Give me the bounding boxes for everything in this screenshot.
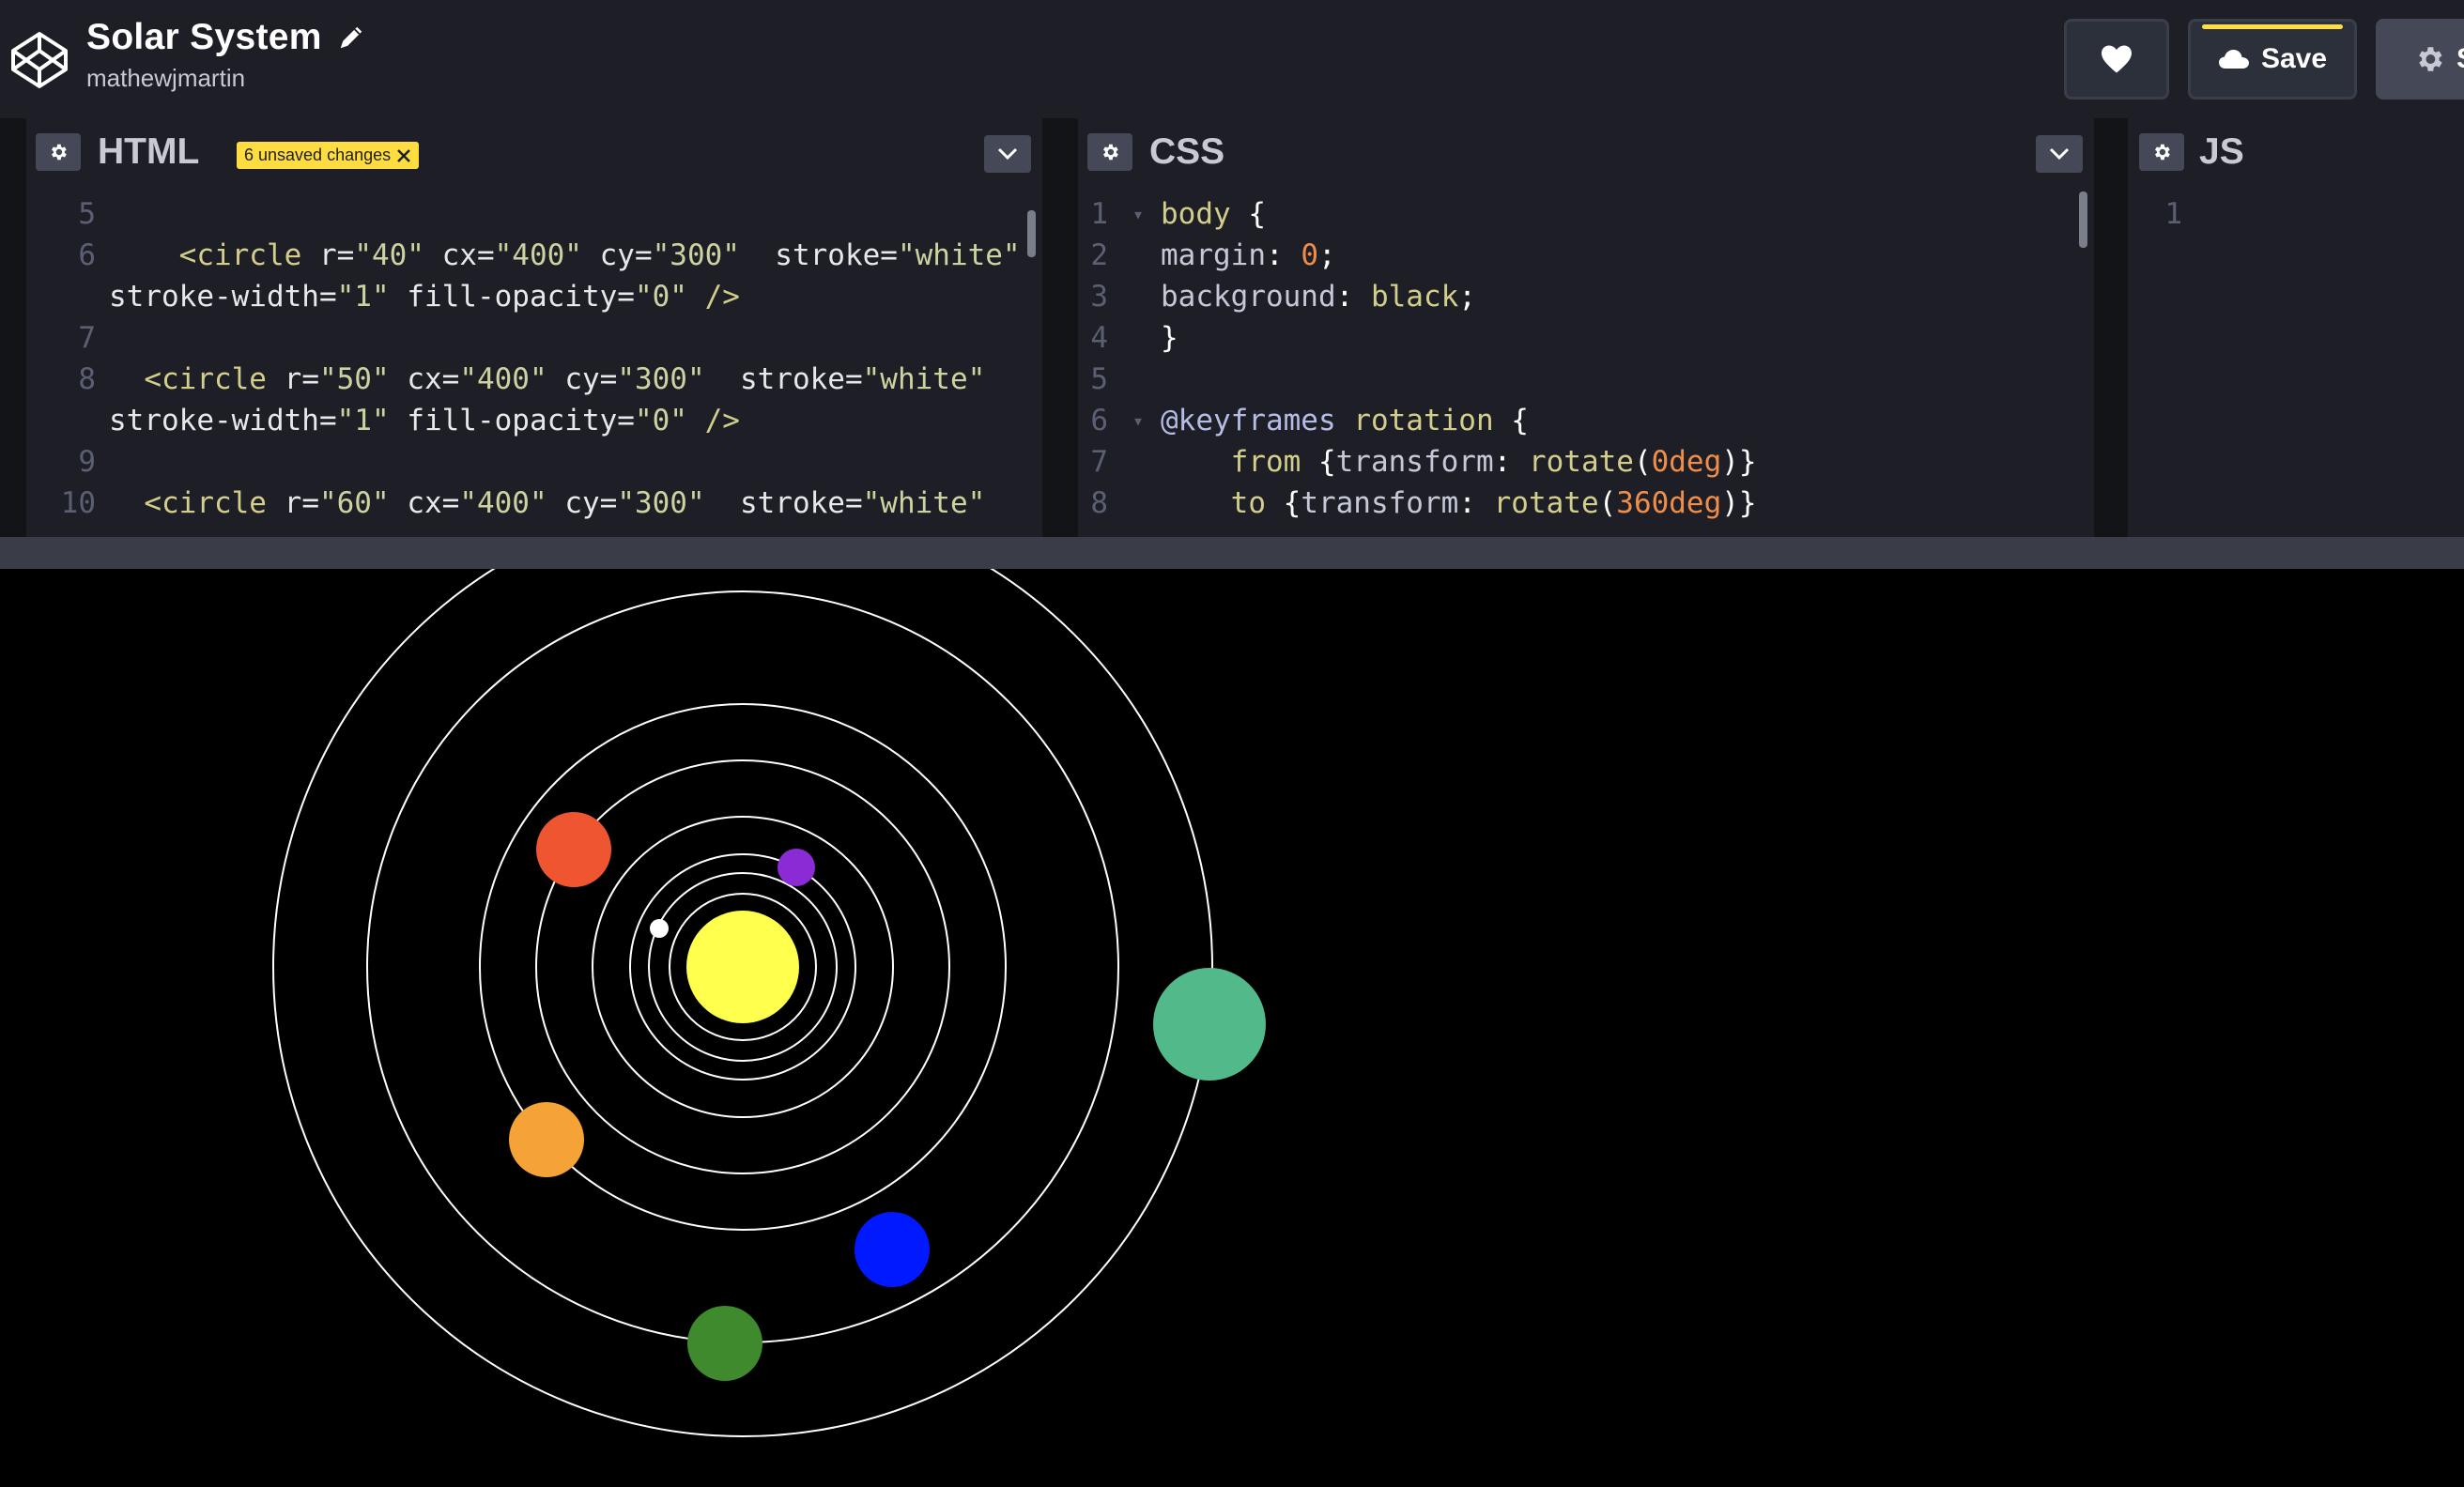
line-number: 8 xyxy=(1090,486,1108,520)
line-number: 1 xyxy=(1090,197,1108,231)
code-line: margin: 0; xyxy=(1161,238,1336,272)
line-number: 5 xyxy=(1090,362,1108,396)
preview-output xyxy=(0,569,2464,1487)
code-line: <circle r="40" cx="400" cy="300" stroke=… xyxy=(178,238,1021,272)
close-icon[interactable] xyxy=(396,148,411,163)
author-username[interactable]: mathewjmartin xyxy=(86,64,365,93)
js-panel-title: JS xyxy=(2199,131,2244,172)
chevron-down-icon xyxy=(2049,147,2070,161)
purple-planet xyxy=(778,849,815,886)
line-number: 7 xyxy=(1090,445,1108,479)
line-number: 2 xyxy=(1090,238,1108,272)
title-block: Solar System mathewjmartin xyxy=(86,17,365,93)
css-code-editor[interactable]: 1 ▾ body { 2 margin: 0; 3 background: bl… xyxy=(1078,186,2094,537)
red-planet xyxy=(536,812,611,887)
code-line: to {transform: rotate(360deg)} xyxy=(1230,486,1757,520)
pen-title[interactable]: Solar System xyxy=(86,17,322,58)
line-number: 4 xyxy=(1090,321,1108,355)
html-scrollbar[interactable] xyxy=(1027,210,1036,257)
code-line: @keyframes rotation { xyxy=(1161,404,1529,437)
gear-icon xyxy=(2419,47,2442,71)
line-number: 7 xyxy=(78,321,96,355)
html-panel-title: HTML xyxy=(98,131,200,172)
save-label: Save xyxy=(2260,43,2328,74)
settings-label: S xyxy=(2456,43,2464,75)
heart-icon xyxy=(2102,45,2132,73)
fold-arrow-icon[interactable]: ▾ xyxy=(1132,400,1144,441)
css-panel-header: CSS xyxy=(1078,118,2094,186)
html-panel: HTML 6 unsaved changes 5 6 <circle r="40… xyxy=(26,118,1042,537)
js-code-editor[interactable]: 1 xyxy=(2128,186,2464,537)
fold-arrow-icon[interactable]: ▾ xyxy=(1132,193,1144,235)
solar-system-svg xyxy=(272,569,1266,1437)
edit-pencil-icon[interactable] xyxy=(337,23,365,52)
html-collapse-button[interactable] xyxy=(984,135,1031,173)
unsaved-changes-label: 6 unsaved changes xyxy=(244,146,392,164)
line-number: 9 xyxy=(78,445,96,479)
unsaved-changes-badge[interactable]: 6 unsaved changes xyxy=(237,142,420,169)
html-code-editor[interactable]: 5 6 <circle r="40" cx="400" cy="300" str… xyxy=(26,186,1042,537)
gear-icon xyxy=(2155,144,2170,161)
orange-planet xyxy=(509,1102,584,1177)
blue-planet xyxy=(855,1212,930,1287)
top-bar: Solar System mathewjmartin Save S xyxy=(0,0,2464,118)
code-line: stroke-width="1" fill-opacity="0" /> xyxy=(109,404,740,437)
code-line: body { xyxy=(1161,197,1266,231)
css-scrollbar[interactable] xyxy=(2079,192,2087,248)
cloud-icon xyxy=(2218,50,2249,69)
line-number: 3 xyxy=(1090,280,1108,314)
code-line: } xyxy=(1161,321,1178,355)
html-settings-button[interactable] xyxy=(36,133,81,171)
dark-green-planet xyxy=(687,1306,762,1381)
css-collapse-button[interactable] xyxy=(2036,135,2083,173)
line-number: 10 xyxy=(60,486,96,520)
line-number: 8 xyxy=(78,362,96,396)
settings-button[interactable]: S xyxy=(2376,19,2464,100)
line-number: 5 xyxy=(78,197,96,231)
editor-panels: HTML 6 unsaved changes 5 6 <circle r="40… xyxy=(0,118,2464,537)
gear-icon xyxy=(1103,144,1118,161)
save-button[interactable]: Save xyxy=(2188,19,2357,100)
output-resize-handle[interactable] xyxy=(0,537,2464,569)
js-panel-header: JS xyxy=(2128,118,2464,186)
css-panel: CSS 1 ▾ body { 2 margin: 0; 3 background… xyxy=(1078,118,2094,537)
code-line: <circle r="60" cx="400" cy="300" stroke=… xyxy=(144,486,986,520)
js-panel: JS 1 xyxy=(2128,118,2464,537)
line-number: 6 xyxy=(1090,404,1108,437)
code-line: <circle r="50" cx="400" cy="300" stroke=… xyxy=(144,362,986,396)
line-number: 1 xyxy=(2164,197,2182,231)
code-line: stroke-width="1" fill-opacity="0" /> xyxy=(109,280,740,314)
css-panel-title: CSS xyxy=(1149,131,1225,172)
js-settings-button[interactable] xyxy=(2139,133,2184,171)
code-line: background: black; xyxy=(1161,280,1476,314)
code-line: from {transform: rotate(0deg)} xyxy=(1230,445,1757,479)
html-panel-header: HTML 6 unsaved changes xyxy=(26,118,1042,186)
chevron-down-icon xyxy=(997,147,1018,161)
white-moon xyxy=(650,919,669,938)
css-settings-button[interactable] xyxy=(1087,133,1132,171)
sun xyxy=(686,911,799,1023)
teal-planet xyxy=(1153,968,1266,1081)
love-button[interactable] xyxy=(2064,19,2169,100)
gear-icon xyxy=(52,144,67,161)
codepen-logo-icon[interactable] xyxy=(9,30,69,90)
line-number: 6 xyxy=(78,238,96,272)
